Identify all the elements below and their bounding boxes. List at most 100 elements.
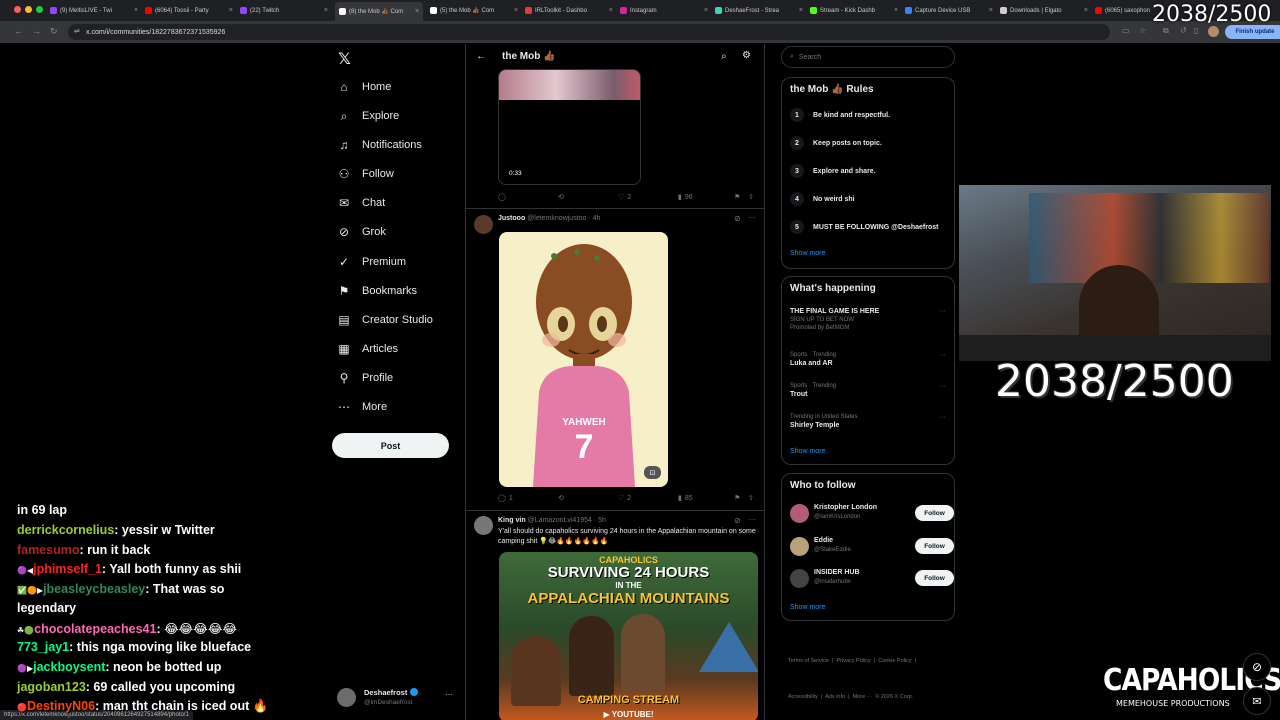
wtf-show-more[interactable]: Show more bbox=[790, 604, 825, 611]
reply-icon[interactable]: ◯ bbox=[498, 193, 558, 201]
like-button[interactable]: ♡ 2 bbox=[618, 494, 678, 503]
refresh-page-icon[interactable]: ↺ bbox=[1180, 26, 1187, 35]
promoted-trend[interactable]: THE FINAL GAME IS HERE SIGN UP TO BET NO… bbox=[790, 308, 950, 331]
browser-tab[interactable]: Instagram × bbox=[620, 3, 708, 18]
follow-suggestion[interactable]: Eddie @StakeEddie Follow bbox=[790, 537, 954, 561]
footer-line-1[interactable]: Terms of Service | Privacy Policy | Cook… bbox=[788, 655, 916, 667]
tab-close-icon[interactable]: × bbox=[796, 7, 803, 14]
tweet-handle[interactable]: @LamazonLvi41954 bbox=[528, 517, 592, 524]
sidebar-item-bookmarks[interactable]: ⚑ Bookmarks bbox=[337, 284, 417, 298]
trend-item[interactable]: Sports · Trending Luka and AR ··· bbox=[790, 352, 950, 367]
share-icon[interactable]: ⇧ bbox=[748, 494, 754, 502]
tweet-thumbnail[interactable]: CAPAHOLICS SURVIVING 24 HOURS IN THE APP… bbox=[499, 552, 758, 720]
tab-close-icon[interactable]: × bbox=[131, 7, 138, 14]
grok-float-button[interactable]: ⊘ bbox=[1243, 653, 1271, 681]
trend-more-icon[interactable]: ··· bbox=[939, 383, 946, 390]
back-icon[interactable]: ← bbox=[14, 26, 23, 36]
tweet-avatar[interactable] bbox=[474, 215, 493, 234]
sidebar-item-explore[interactable]: ⌕ Explore bbox=[337, 109, 400, 123]
tab-close-icon[interactable]: × bbox=[511, 7, 518, 14]
close-window-icon[interactable] bbox=[14, 6, 21, 13]
bookmark-icon[interactable]: ⚑ bbox=[734, 193, 748, 201]
happening-show-more[interactable]: Show more bbox=[790, 448, 825, 455]
sidebar-item-creator-studio[interactable]: ▤ Creator Studio bbox=[337, 313, 433, 327]
sidebar-item-follow[interactable]: ⚇ Follow bbox=[337, 167, 394, 181]
grok-icon[interactable]: ⊘ bbox=[734, 214, 741, 223]
sidebar-item-chat[interactable]: ✉ Chat bbox=[337, 196, 385, 210]
sidebar-item-more[interactable]: ⋯ More bbox=[337, 400, 387, 414]
tweet-author[interactable]: Justooo bbox=[498, 215, 525, 222]
sidebar-toggle-icon[interactable]: ▯ bbox=[1194, 26, 1198, 35]
browser-tab[interactable]: (5) the Mob 👍🏾 Com × bbox=[430, 3, 518, 18]
tab-close-icon[interactable]: × bbox=[891, 7, 898, 14]
rule-item[interactable]: 5 MUST BE FOLLOWING @Deshaefrost bbox=[790, 220, 938, 234]
sidebar-item-premium[interactable]: ✓ Premium bbox=[337, 255, 406, 269]
browser-tab[interactable]: Capture Device USB × bbox=[905, 3, 993, 18]
url-input[interactable]: ⇌ x.com/i/communities/182278367237153592… bbox=[68, 24, 1110, 40]
trend-more-icon[interactable]: ··· bbox=[939, 352, 946, 359]
tweet-avatar[interactable] bbox=[474, 516, 493, 535]
tab-close-icon[interactable]: × bbox=[701, 7, 708, 14]
browser-tab[interactable]: Stream - Kick Dashb × bbox=[810, 3, 898, 18]
views-button[interactable]: ▮ 85 bbox=[678, 494, 734, 503]
search-icon[interactable]: ⌕ bbox=[721, 51, 727, 62]
tab-close-icon[interactable]: × bbox=[226, 7, 233, 14]
rule-item[interactable]: 3 Explore and share. bbox=[790, 164, 876, 178]
follow-button[interactable]: Follow bbox=[915, 570, 954, 586]
back-arrow-icon[interactable]: ← bbox=[476, 51, 486, 62]
x-logo-icon[interactable]: 𝕏 bbox=[338, 49, 351, 69]
browser-tab[interactable]: (8) the Mob 👍🏾 Com × bbox=[335, 2, 423, 21]
sidebar-item-profile[interactable]: ⚲ Profile bbox=[337, 371, 394, 385]
trend-more-icon[interactable]: ··· bbox=[939, 414, 946, 421]
views-button[interactable]: ▮ 96 bbox=[678, 193, 734, 202]
sidebar-item-grok[interactable]: ⊘ Grok bbox=[337, 225, 386, 239]
follow-suggestion[interactable]: Kristopher London @IamKrisLondon Follow bbox=[790, 504, 954, 528]
tab-close-icon[interactable]: × bbox=[412, 8, 419, 15]
tweet-more-icon[interactable]: ··· bbox=[748, 213, 756, 222]
browser-tab[interactable]: DeshaeFrost - Strea × bbox=[715, 3, 803, 18]
minimize-window-icon[interactable] bbox=[25, 6, 32, 13]
footer-line-2[interactable]: Accessibility | Ads info | More ··· © 20… bbox=[788, 691, 916, 703]
search-input[interactable]: ⌕ Search bbox=[781, 46, 955, 68]
browser-tab[interactable]: Downloads | Elgato × bbox=[1000, 3, 1088, 18]
follow-button[interactable]: Follow bbox=[915, 538, 954, 554]
tweet-image[interactable]: YAHWEH 7 ⊡ bbox=[499, 232, 668, 487]
account-switcher[interactable]: Deshaefrost @imDeshaefrost ··· bbox=[337, 686, 457, 710]
finish-update-button[interactable]: Finish update bbox=[1225, 25, 1280, 39]
trend-more-icon[interactable]: ··· bbox=[939, 308, 946, 315]
install-icon[interactable]: ▭ bbox=[1122, 26, 1130, 35]
tab-close-icon[interactable]: × bbox=[606, 7, 613, 14]
follow-button[interactable]: Follow bbox=[915, 505, 954, 521]
sidebar-item-articles[interactable]: ▦ Articles bbox=[337, 342, 398, 356]
rules-show-more[interactable]: Show more bbox=[790, 250, 825, 257]
sidebar-item-notifications[interactable]: ♫ Notifications bbox=[337, 138, 422, 152]
reload-icon[interactable]: ↻ bbox=[50, 26, 58, 37]
tab-close-icon[interactable]: × bbox=[986, 7, 993, 14]
rule-item[interactable]: 2 Keep posts on topic. bbox=[790, 136, 882, 150]
site-info-icon[interactable]: ⇌ bbox=[74, 27, 80, 35]
tweet-handle[interactable]: @letemknowjustoo bbox=[527, 215, 586, 222]
tab-close-icon[interactable]: × bbox=[1081, 7, 1088, 14]
bookmark-star-icon[interactable]: ☆ bbox=[1139, 26, 1146, 35]
rule-item[interactable]: 4 No weird shi bbox=[790, 192, 855, 206]
grok-icon[interactable]: ⊘ bbox=[734, 516, 741, 525]
rule-item[interactable]: 1 Be kind and respectful. bbox=[790, 108, 890, 122]
follow-suggestion[interactable]: INSIDER HUB @insiderhubx Follow bbox=[790, 569, 954, 593]
bookmark-icon[interactable]: ⚑ bbox=[734, 494, 748, 502]
sidebar-item-home[interactable]: ⌂ Home bbox=[337, 80, 391, 94]
tweet-more-icon[interactable]: ··· bbox=[748, 515, 756, 524]
browser-tab[interactable]: (22) Twitch × bbox=[240, 3, 328, 18]
profile-avatar[interactable] bbox=[1208, 26, 1219, 37]
messages-float-button[interactable]: ✉ bbox=[1243, 687, 1271, 715]
tweet-author[interactable]: King vin bbox=[498, 517, 526, 524]
browser-tab[interactable]: IRLToolkit - Dashbo × bbox=[525, 3, 613, 18]
tab-close-icon[interactable]: × bbox=[321, 7, 328, 14]
browser-tab[interactable]: (9) MeltisLIVE - Twi × bbox=[50, 3, 138, 18]
browser-tab[interactable]: (6065) saxophon bbox=[1095, 3, 1150, 18]
post-button[interactable]: Post bbox=[332, 433, 449, 458]
forward-icon[interactable]: → bbox=[32, 26, 41, 36]
repost-icon[interactable]: ⟲ bbox=[558, 193, 618, 201]
trend-item[interactable]: Trending in United States Shirley Temple… bbox=[790, 414, 950, 429]
extensions-icon[interactable]: ⧉ bbox=[1163, 26, 1169, 36]
settings-gear-icon[interactable]: ⚙ bbox=[742, 50, 751, 61]
